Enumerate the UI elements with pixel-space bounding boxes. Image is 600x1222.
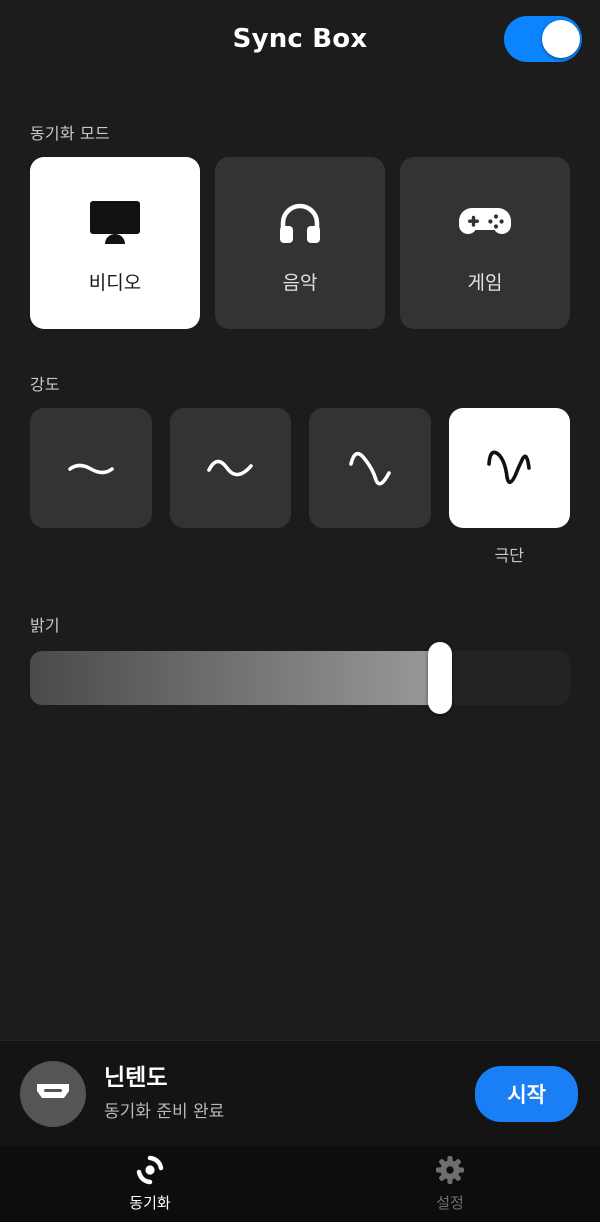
brightness-slider-fill — [30, 651, 440, 705]
sync-mode-section: 동기화 모드 비디오 — [0, 120, 600, 329]
start-button[interactable]: 시작 — [475, 1066, 578, 1122]
sync-mode-option-game[interactable]: 게임 — [400, 157, 570, 329]
intensity-options: 극단 — [30, 408, 570, 566]
app-header: Sync Box — [0, 0, 600, 78]
intensity-cell — [30, 408, 152, 566]
device-status-bar: 닌텐도 동기화 준비 완료 시작 — [0, 1040, 600, 1146]
device-status: 동기화 준비 완료 — [104, 1097, 457, 1122]
sync-mode-option-label: 음악 — [283, 268, 318, 295]
hdmi-icon — [36, 1081, 70, 1107]
sync-mode-label: 동기화 모드 — [30, 120, 570, 144]
device-info: 닌텐도 동기화 준비 완료 — [104, 1065, 457, 1122]
gamepad-icon — [459, 192, 511, 252]
sync-box-app: Sync Box 동기화 모드 비디오 — [0, 0, 600, 1222]
sync-mode-options: 비디오 음악 — [30, 157, 570, 329]
wave-high-icon — [343, 446, 397, 490]
sync-mode-option-label: 비디오 — [89, 268, 141, 295]
power-toggle[interactable] — [504, 16, 582, 62]
intensity-label: 강도 — [30, 371, 570, 395]
intensity-option-high[interactable] — [309, 408, 431, 528]
wave-moderate-icon — [203, 448, 257, 488]
sync-icon — [135, 1155, 165, 1185]
headphones-icon — [277, 192, 323, 252]
page-title: Sync Box — [233, 24, 368, 54]
nav-item-settings[interactable]: 설정 — [300, 1146, 600, 1222]
nav-item-label: 설정 — [436, 1192, 464, 1213]
content-spacer — [0, 707, 600, 1040]
wave-subtle-icon — [64, 448, 118, 488]
gear-icon — [435, 1155, 465, 1185]
wave-extreme-icon — [482, 446, 536, 490]
brightness-slider-thumb[interactable] — [428, 642, 452, 714]
monitor-icon — [87, 192, 143, 252]
nav-item-sync[interactable]: 동기화 — [0, 1146, 300, 1222]
sync-mode-option-label: 게임 — [468, 268, 503, 295]
brightness-slider[interactable] — [30, 649, 570, 707]
intensity-option-label: 극단 — [495, 542, 524, 566]
intensity-cell: 극단 — [449, 408, 571, 566]
intensity-cell — [309, 408, 431, 566]
sync-mode-option-music[interactable]: 음악 — [215, 157, 385, 329]
avatar — [20, 1061, 86, 1127]
brightness-label: 밝기 — [30, 612, 570, 636]
power-toggle-knob — [542, 20, 580, 58]
bottom-navigation: 동기화 설정 — [0, 1146, 600, 1222]
intensity-option-extreme[interactable] — [449, 408, 571, 528]
brightness-section: 밝기 — [0, 612, 600, 707]
intensity-section: 강도 — [0, 371, 600, 566]
intensity-option-moderate[interactable] — [170, 408, 292, 528]
sync-mode-option-video[interactable]: 비디오 — [30, 157, 200, 329]
nav-item-label: 동기화 — [129, 1192, 170, 1213]
intensity-cell — [170, 408, 292, 566]
device-name: 닌텐도 — [104, 1065, 457, 1093]
intensity-option-subtle[interactable] — [30, 408, 152, 528]
brightness-slider-track[interactable] — [30, 651, 570, 705]
